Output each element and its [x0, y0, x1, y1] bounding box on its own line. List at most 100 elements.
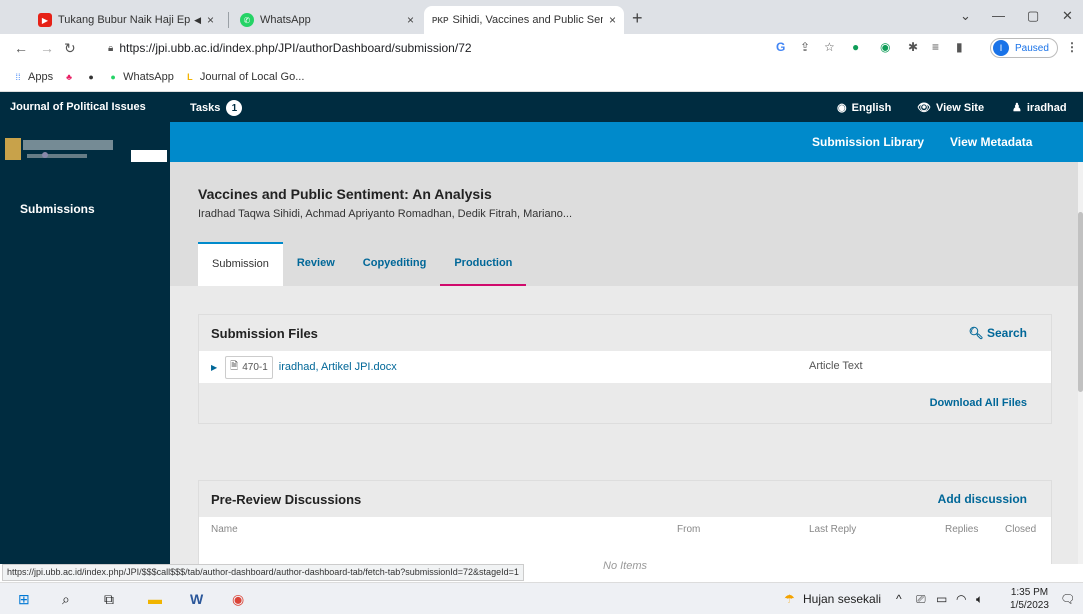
tab-search-icon[interactable]: ⌄ [960, 8, 971, 24]
chrome-icon[interactable]: ◉ [232, 591, 244, 608]
address-bar: ← → ↻ 🔒︎ https://jpi.ubb.ac.id/index.php… [0, 34, 1083, 62]
page-title: Vaccines and Public Sentiment: An Analys… [198, 186, 492, 202]
table-row: ▶ 🗎 470-1 iradhad, Artikel JPI.docx Arti… [199, 351, 1051, 383]
view-site-link[interactable]: 👁︎ View Site [917, 101, 984, 115]
expand-triangle-icon[interactable]: ▶ [211, 363, 217, 372]
search-icon[interactable]: ⌕ [62, 591, 70, 608]
windows-taskbar: ⊞ ⌕ ⧉ ▬ W ◉ ☂ Hujan sesekali ^ ⎚ ▭ ◠ 🔈︎ … [0, 582, 1083, 614]
reload-icon[interactable]: ↻ [64, 40, 76, 57]
pkp-favicon-icon: PKP [432, 15, 449, 25]
forward-arrow-icon[interactable]: → [40, 40, 54, 56]
browser-tab-youtube[interactable]: ▶ Tukang Bubur Naik Haji Eps ◀ × [30, 6, 222, 34]
status-url-tooltip: https://jpi.ubb.ac.id/index.php/JPI/$$$c… [2, 564, 524, 581]
weather-icon[interactable]: ☂ [784, 592, 795, 606]
scrollbar-thumb[interactable] [1078, 212, 1083, 392]
notification-icon[interactable]: 🗨︎ [1060, 592, 1075, 606]
tab-review[interactable]: Review [283, 242, 349, 286]
journal-name-link[interactable]: Journal of Political Issues [10, 101, 146, 113]
panel-header: Submission Files 🔍︎ Search [199, 315, 1051, 351]
battery-icon[interactable]: ▭ [936, 592, 947, 606]
profile-status: Paused [1015, 42, 1049, 54]
profile-button[interactable]: I Paused [990, 38, 1058, 58]
view-metadata-link[interactable]: View Metadata [950, 135, 1032, 149]
pre-review-discussions-panel: Pre-Review Discussions Add discussion Na… [198, 480, 1052, 564]
panel-header: Pre-Review Discussions Add discussion [199, 481, 1051, 517]
user-menu[interactable]: ♟ iradhad [1012, 101, 1067, 115]
network-icon[interactable]: ⎚ [916, 592, 926, 607]
task-view-icon[interactable]: ⧉ [104, 591, 114, 608]
close-tab-icon[interactable]: × [401, 13, 414, 27]
volume-icon[interactable]: 🔈︎ [976, 592, 983, 607]
bookmark-star-icon[interactable]: ☆ [824, 40, 835, 54]
add-discussion-link[interactable]: Add discussion [938, 492, 1027, 506]
bookmark-journal[interactable]: L Journal of Local Go... [184, 71, 304, 83]
extensions-puzzle-icon[interactable]: ✱ [908, 40, 918, 54]
extension-green-icon[interactable]: ● [852, 40, 859, 54]
reading-list-icon[interactable]: ≡ [932, 40, 939, 54]
document-icon: 🗎 [230, 360, 239, 372]
url-field[interactable]: 🔒︎ https://jpi.ubb.ac.id/index.php/JPI/a… [98, 37, 808, 59]
column-closed: Closed [1005, 524, 1037, 535]
file-type: Article Text [809, 360, 863, 372]
workflow-tabs: Submission Review Copyediting Production [198, 242, 527, 286]
browser-tab-strip: ▶ Tukang Bubur Naik Haji Eps ◀ × ✆ Whats… [0, 0, 1083, 34]
sidebar-item-submissions[interactable]: Submissions [20, 202, 95, 216]
browser-tab-whatsapp[interactable]: ✆ WhatsApp × [232, 6, 422, 34]
close-window-button[interactable]: ✕ [1062, 8, 1073, 24]
peacock-icon: ♣ [66, 71, 73, 82]
clock[interactable]: 1:35 PM 1/5/2023 [1010, 586, 1049, 612]
wifi-icon[interactable]: ◠ [956, 592, 966, 606]
weather-text[interactable]: Hujan sesekali [803, 592, 881, 606]
google-translate-icon[interactable]: G [776, 40, 785, 54]
side-panel-icon[interactable]: ▮ [956, 40, 963, 54]
bookmark-whatsapp[interactable]: ● WhatsApp [107, 71, 173, 83]
avatar: I [993, 40, 1009, 56]
search-icon: 🔍︎ [968, 326, 984, 340]
tab-submission[interactable]: Submission [198, 242, 283, 286]
maximize-button[interactable]: ▢ [1027, 8, 1039, 24]
lock-icon: 🔒︎ [108, 42, 114, 54]
bookmark-github[interactable]: ● [85, 71, 97, 83]
empty-message: No Items [603, 560, 648, 572]
language-menu[interactable]: ◉ English [837, 101, 891, 115]
column-name: Name [211, 524, 238, 535]
tab-production[interactable]: Production [440, 242, 527, 286]
new-tab-button[interactable]: + [632, 8, 643, 29]
search-button[interactable]: 🔍︎ Search [968, 326, 1027, 340]
windows-start-icon[interactable]: ⊞ [18, 591, 30, 608]
extension-badge-icon[interactable]: ◉ [880, 40, 890, 54]
mute-icon[interactable]: ◀ [194, 15, 201, 26]
share-icon[interactable]: ⇪ [800, 40, 810, 54]
tab-title: Sihidi, Vaccines and Public Sentin [452, 14, 603, 26]
close-tab-icon[interactable]: × [201, 13, 214, 27]
journal-logo[interactable] [5, 134, 167, 170]
back-arrow-icon[interactable]: ← [14, 40, 28, 56]
panel-title: Pre-Review Discussions [211, 491, 362, 507]
word-icon[interactable]: W [190, 591, 203, 607]
submission-library-link[interactable]: Submission Library [812, 135, 924, 149]
bookmark-nbc[interactable]: ♣ [63, 71, 75, 83]
submission-files-panel: Submission Files 🔍︎ Search ▶ 🗎 470-1 ira… [198, 314, 1052, 424]
eye-icon: 👁︎ [917, 102, 931, 114]
github-icon: ● [88, 71, 94, 82]
globe-icon: ◉ [837, 102, 847, 114]
tasks-button[interactable]: Tasks 1 [190, 100, 243, 116]
download-all-files-link[interactable]: Download All Files [930, 397, 1027, 409]
browser-tab-active[interactable]: PKP Sihidi, Vaccines and Public Sentin × [424, 6, 624, 34]
panel-footer: Download All Files [199, 383, 1051, 423]
minimize-button[interactable]: — [992, 8, 1005, 23]
scrollbar[interactable] [1078, 162, 1083, 564]
bookmark-apps[interactable]: ⁞⁞ Apps [12, 71, 53, 83]
column-replies: Replies [945, 524, 979, 535]
close-tab-icon[interactable]: × [603, 13, 616, 27]
file-explorer-icon[interactable]: ▬ [148, 591, 162, 607]
chevron-up-icon[interactable]: ^ [896, 592, 902, 606]
tab-copyediting[interactable]: Copyediting [349, 242, 441, 286]
file-name-link[interactable]: iradhad, Artikel JPI.docx [279, 361, 397, 373]
menu-kebab-icon[interactable]: ⋮ [1066, 40, 1078, 54]
table-header: Name From Last Reply Replies Closed [199, 517, 1051, 543]
column-from: From [677, 524, 701, 535]
panel-title: Submission Files [211, 325, 318, 341]
tab-title: WhatsApp [260, 14, 311, 26]
tasks-count-badge: 1 [226, 100, 243, 116]
